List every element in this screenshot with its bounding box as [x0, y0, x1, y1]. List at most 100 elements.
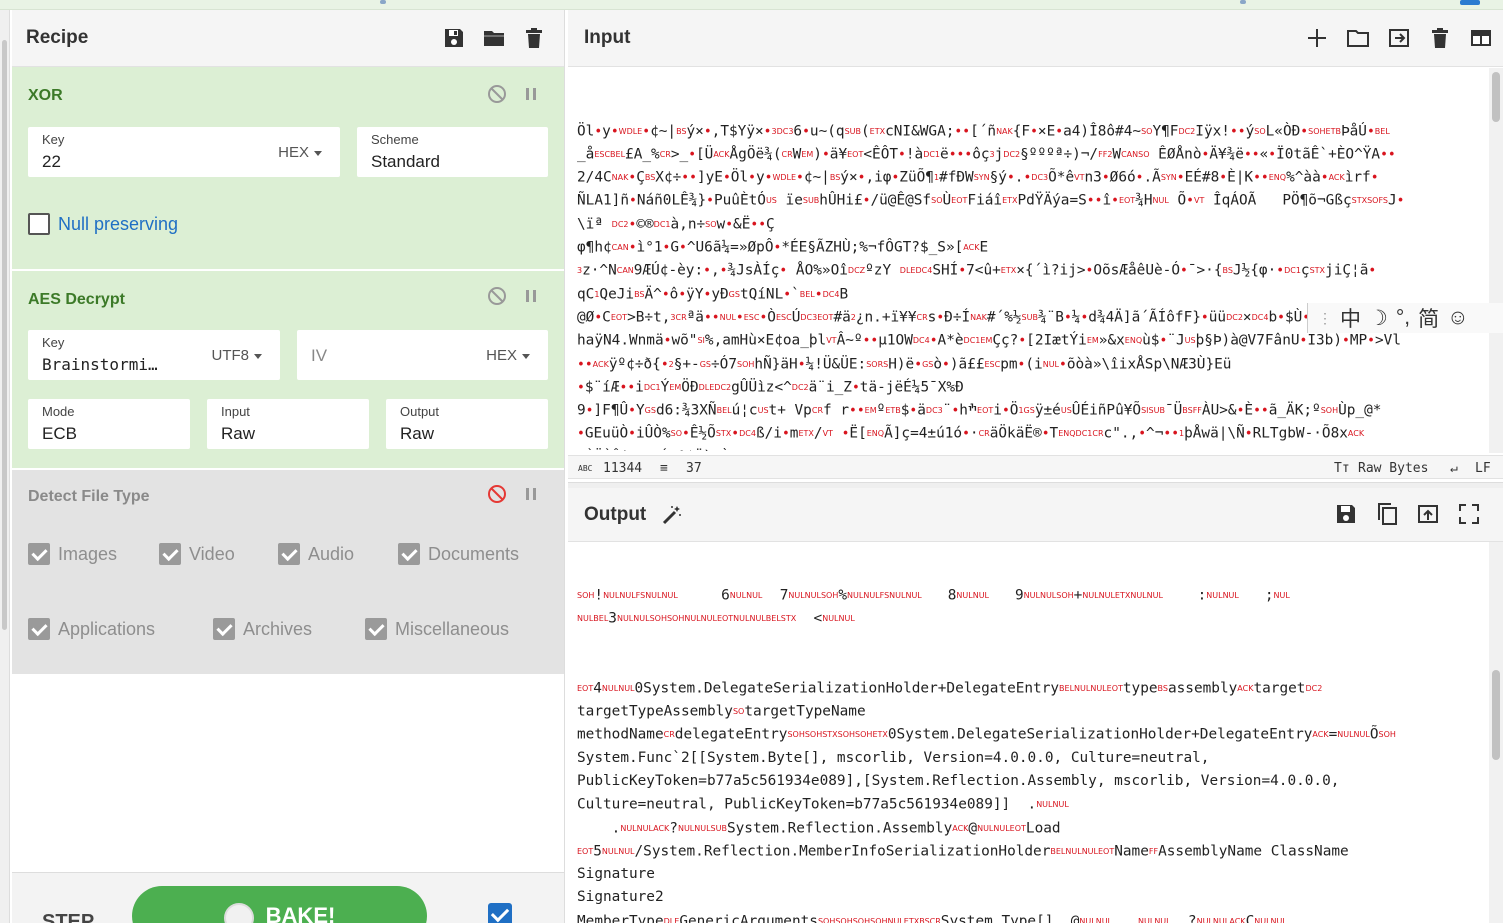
maximise-icon[interactable]	[1457, 502, 1481, 526]
aes-key-format-dropdown[interactable]: UTF8	[212, 347, 263, 364]
pause-icon[interactable]	[521, 286, 541, 306]
layout-icon[interactable]	[1469, 26, 1493, 50]
top-strip-mark	[380, 0, 386, 4]
ime-toolbar[interactable]: ⋮ 中 ☽ °, 简 ☺	[1307, 303, 1503, 333]
output-lines[interactable]: SOH!NULNULFSNULNUL 6NULNUL 7NULNULSOH%NU…	[577, 584, 1487, 923]
output-scrollbar[interactable]	[1489, 542, 1503, 923]
input-pane: Input Öl•y•WDLE•¢~|BSý×•,T$Yÿ×•3DC36•u~(…	[568, 10, 1503, 484]
checkbox-box[interactable]	[278, 543, 300, 565]
checkbox-box[interactable]	[365, 618, 387, 640]
checkbox-box[interactable]	[28, 543, 50, 565]
xor-key-field[interactable]: Key 22 HEX	[28, 127, 340, 177]
xor-scheme-value[interactable]: Standard	[371, 152, 440, 172]
disable-icon[interactable]	[487, 484, 507, 504]
abc-icon: ABC	[578, 464, 593, 473]
disable-icon[interactable]	[487, 286, 507, 306]
encoding-selector[interactable]: Raw Bytes	[1358, 461, 1428, 476]
option-applications-checkbox[interactable]: Applications	[28, 618, 155, 640]
ime-simplified-toggle[interactable]: 简	[1418, 303, 1439, 333]
output-line: EOT5NULNUL/System.Reflection.MemberInfoS…	[577, 843, 1349, 860]
folder-icon[interactable]	[1346, 26, 1370, 50]
open-file-icon[interactable]	[1387, 26, 1411, 50]
field-label: Output	[400, 404, 440, 419]
output-line: methodNameCRdelegateEntrySOHSOHSTXSOHSOH…	[577, 727, 1396, 744]
eol-icon: ↵	[1450, 461, 1458, 476]
input-scrollbar-thumb[interactable]	[1492, 72, 1500, 122]
xor-key-format-dropdown[interactable]: HEX	[278, 144, 322, 161]
save-icon[interactable]	[1334, 502, 1358, 526]
copy-icon[interactable]	[1375, 502, 1399, 526]
output-line: NULBEL3NULNULSOHSOHNULNULEOTNULNULBELSTX…	[577, 610, 855, 627]
aes-output-field[interactable]: Output Raw	[386, 399, 548, 449]
option-images-checkbox[interactable]: Images	[28, 543, 117, 565]
input-textarea[interactable]: Öl•y•WDLE•¢~|BSý×•,T$Yÿ×•3DC36•u~(qSUB(E…	[577, 73, 1487, 451]
output-scrollbar-thumb[interactable]	[1492, 670, 1500, 760]
aes-iv-format-dropdown[interactable]: HEX	[486, 347, 530, 364]
input-scrollbar[interactable]	[1489, 68, 1503, 453]
eol-selector[interactable]: LF	[1475, 461, 1491, 476]
bake-bar: STEP BAKE!	[12, 872, 564, 923]
left-scrollbar-thumb[interactable]	[2, 40, 7, 630]
operation-detect-file-type[interactable]: Detect File Type Images Video Audio Docu…	[12, 470, 564, 674]
input-line: 9•]F¶Û•YGSd6:¾3XÑBELú¦cUSt+ VpCRf r••EMº…	[577, 402, 1382, 419]
input-line: •GEuüÒ•iÛÒ%SO•Ê½ÕSTX•DC4ß/i•mETX/VT •Ë[E…	[577, 426, 1365, 443]
top-strip-mark	[1460, 0, 1480, 5]
aes-key-field[interactable]: Key Brainstormi… UTF8	[28, 330, 280, 380]
output-textarea[interactable]: SOH!NULNULFSNULNUL 6NULNUL 7NULNULSOH%NU…	[577, 537, 1487, 923]
trash-icon[interactable]	[1428, 26, 1452, 50]
checkbox-box[interactable]	[28, 213, 50, 235]
aes-key-value[interactable]: Brainstormi…	[42, 355, 158, 374]
aes-input-field[interactable]: Input Raw	[207, 399, 369, 449]
option-miscellaneous-checkbox[interactable]: Miscellaneous	[365, 618, 509, 640]
left-scrollbar[interactable]	[0, 10, 10, 923]
replace-input-icon[interactable]	[1416, 502, 1440, 526]
pause-icon[interactable]	[521, 484, 541, 504]
option-video-checkbox[interactable]: Video	[159, 543, 235, 565]
trash-icon[interactable]	[522, 26, 546, 50]
option-audio-checkbox[interactable]: Audio	[278, 543, 354, 565]
operation-title: XOR	[28, 87, 63, 104]
ime-punctuation-toggle[interactable]: °,	[1396, 306, 1410, 330]
aes-input-value[interactable]: Raw	[221, 424, 255, 444]
ime-emoji-icon[interactable]: ☺	[1447, 306, 1468, 330]
auto-bake-checkbox[interactable]	[488, 903, 512, 923]
null-preserving-checkbox[interactable]: Null preserving	[28, 213, 178, 235]
checkbox-box[interactable]	[213, 618, 235, 640]
operation-aes-decrypt[interactable]: AES Decrypt Key Brainstormi… UTF8 IV HEX…	[12, 271, 564, 468]
aes-mode-value[interactable]: ECB	[42, 424, 77, 444]
aes-iv-field[interactable]: IV HEX	[297, 330, 548, 380]
ime-grip-icon: ⋮	[1318, 309, 1332, 326]
iv-placeholder[interactable]: IV	[311, 346, 327, 366]
checkbox-label: Audio	[308, 543, 355, 564]
operation-xor[interactable]: XOR Key 22 HEX Scheme Standard Null pres…	[12, 67, 564, 269]
option-archives-checkbox[interactable]: Archives	[213, 618, 312, 640]
input-lines[interactable]: Öl•y•WDLE•¢~|BSý×•,T$Yÿ×•3DC36•u~(qSUB(E…	[577, 120, 1487, 451]
checkbox-box[interactable]	[28, 618, 50, 640]
ime-language-toggle[interactable]: 中	[1340, 303, 1361, 333]
text-format-icon[interactable]: Tт	[1334, 461, 1350, 476]
checkbox-box[interactable]	[398, 543, 420, 565]
aes-mode-field[interactable]: Mode ECB	[28, 399, 190, 449]
option-documents-checkbox[interactable]: Documents	[398, 543, 519, 565]
folder-icon[interactable]	[482, 26, 506, 50]
pause-icon[interactable]	[521, 84, 541, 104]
aes-output-value[interactable]: Raw	[400, 424, 434, 444]
output-title: Output	[584, 503, 647, 525]
add-icon[interactable]	[1305, 26, 1329, 50]
operation-title: Detect File Type	[28, 488, 150, 505]
magic-wand-icon[interactable]	[660, 503, 684, 527]
step-button[interactable]: STEP	[42, 911, 94, 923]
checkbox-box[interactable]	[159, 543, 181, 565]
input-line: 3z·^NCAN9ÆÚ¢-èy:•,•¾JsÀÍç• ÅO%»OîDCZºzY …	[577, 263, 1377, 280]
xor-key-value[interactable]: 22	[42, 152, 61, 172]
disable-icon[interactable]	[487, 84, 507, 104]
bake-button[interactable]: BAKE!	[132, 886, 427, 923]
chef-icon	[223, 903, 254, 923]
xor-scheme-field[interactable]: Scheme Standard	[357, 127, 548, 177]
ime-moon-icon[interactable]: ☽	[1369, 306, 1388, 331]
output-line: Signature2	[577, 889, 664, 906]
save-icon[interactable]	[442, 26, 466, 50]
recipe-pane: Recipe XOR Key 22 HEX Scheme Standard Nu…	[12, 10, 565, 923]
output-line: PublicKeyToken=b77a5c561934e089],[System…	[577, 772, 1340, 789]
